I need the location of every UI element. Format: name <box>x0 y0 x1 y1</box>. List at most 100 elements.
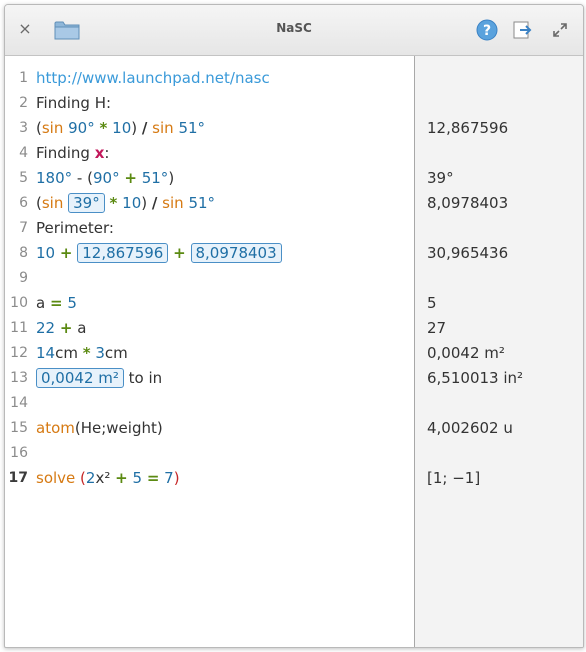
result-value[interactable]: 8,0978403 <box>427 191 508 216</box>
unit-token: cm <box>55 344 78 362</box>
number-token: 51° <box>188 194 216 212</box>
number-token: 90° <box>68 119 95 137</box>
line-number: 15 <box>10 420 28 436</box>
line-number: 8 <box>19 245 28 261</box>
line-number: 6 <box>19 195 28 211</box>
line-number: 3 <box>19 120 28 136</box>
export-icon[interactable] <box>512 19 534 41</box>
line-code: (sin 39° * 10) / sin 51° <box>36 191 215 216</box>
help-icon[interactable]: ? <box>476 19 498 41</box>
line-code: atom(He;weight) <box>36 416 163 441</box>
operator-token: + <box>124 169 137 187</box>
function-token: sin <box>162 194 184 212</box>
line-number: 2 <box>19 95 28 111</box>
text-token: (He;weight) <box>74 419 163 437</box>
line-number: 13 <box>10 370 28 386</box>
line-number: 12 <box>10 345 28 361</box>
operator-token: = <box>49 294 63 312</box>
result-reference-box[interactable]: 0,0042 m² <box>36 368 124 388</box>
result-value[interactable]: 0,0042 m² <box>427 341 505 366</box>
number-token: 51° <box>141 169 169 187</box>
paren: ) <box>131 119 138 137</box>
number-token: 90° <box>92 169 120 187</box>
line-code: 10 + 12,867596 + 8,0978403 <box>36 241 282 266</box>
result-value[interactable]: [1; −1] <box>427 466 480 491</box>
number-token: 180° <box>36 169 73 187</box>
result-value[interactable]: 5 <box>427 291 437 316</box>
line-code: (sin 90° * 10) / sin 51° <box>36 116 205 141</box>
variable-token: x² <box>95 469 111 487</box>
operator-token: / <box>151 194 158 212</box>
main-content: 1 http://www.launchpad.net/nasc 2 Findin… <box>5 56 583 647</box>
function-token: atom <box>36 419 75 437</box>
line-number: 10 <box>10 295 28 311</box>
operator-token: + <box>115 469 128 487</box>
operator-token: + <box>59 244 73 262</box>
line-number: 5 <box>19 170 28 186</box>
result-reference-box[interactable]: 39° <box>68 193 105 213</box>
text-token: : <box>104 144 110 162</box>
function-token: sin <box>41 119 64 137</box>
link[interactable]: http://www.launchpad.net/nasc <box>36 69 270 87</box>
number-token: 10 <box>122 194 142 212</box>
paren: ) <box>141 194 148 212</box>
line-code: Perimeter: <box>36 219 114 237</box>
line-number: 9 <box>19 270 28 286</box>
pane-divider[interactable] <box>414 56 415 647</box>
number-token: 3 <box>95 344 105 362</box>
number-token: 5 <box>67 294 77 312</box>
line-code: 0,0042 m² to in <box>36 366 162 391</box>
line-number: 16 <box>10 445 28 461</box>
line-number: 4 <box>19 145 28 161</box>
number-token: 7 <box>164 469 174 487</box>
result-value[interactable]: 27 <box>427 316 446 341</box>
operator-token: = <box>146 469 160 487</box>
paren: ) <box>168 169 175 187</box>
variable-token: x <box>94 144 105 162</box>
number-token: 5 <box>132 469 143 487</box>
line-code: 22 + a <box>36 316 86 341</box>
result-value[interactable]: 6,510013 in² <box>427 366 523 391</box>
result-reference-box[interactable]: 12,867596 <box>77 243 169 263</box>
line-number: 17 <box>8 470 28 486</box>
result-reference-box[interactable]: 8,0978403 <box>190 243 282 263</box>
line-number: 7 <box>19 220 28 236</box>
line-code: solve (2x² + 5 = 7) <box>36 466 180 491</box>
result-value[interactable]: 12,867596 <box>427 116 508 141</box>
number-token: 51° <box>178 119 206 137</box>
number-token: 10 <box>36 244 56 262</box>
result-value[interactable]: 4,002602 u <box>427 416 513 441</box>
function-token: sin <box>41 194 64 212</box>
variable-token: a <box>36 294 46 312</box>
number-token: 22 <box>36 319 56 337</box>
text-token: to in <box>128 369 163 387</box>
help-glyph: ? <box>483 23 491 39</box>
variable-token: a <box>77 319 87 337</box>
app-window: × NaSC ? 1 http://www.launchpad.net/nasc <box>4 4 584 648</box>
operator-token: + <box>173 244 186 262</box>
result-value[interactable]: 30,965436 <box>427 241 508 266</box>
line-number: 14 <box>10 395 28 411</box>
unit-token: cm <box>104 344 128 362</box>
result-value[interactable]: 39° <box>427 166 454 191</box>
line-code: Finding H: <box>36 94 112 112</box>
operator-token: + <box>59 319 73 337</box>
operator-token: - <box>76 169 83 187</box>
operator-token: * <box>109 194 118 212</box>
maximize-icon[interactable] <box>552 22 568 38</box>
line-number: 11 <box>10 320 28 336</box>
function-token: sin <box>152 119 174 137</box>
operator-token: / <box>141 119 148 137</box>
line-code: Finding x: <box>36 141 109 166</box>
line-code: a = 5 <box>36 291 77 316</box>
number-token: 10 <box>112 119 132 137</box>
paren: ) <box>173 469 180 487</box>
operator-token: * <box>82 344 91 362</box>
line-number: 1 <box>19 70 28 86</box>
number-token: 14 <box>36 344 56 362</box>
line-code: 14cm * 3cm <box>36 341 128 366</box>
text-token: Finding <box>36 144 90 162</box>
title-bar: × NaSC ? <box>5 5 583 56</box>
function-token: solve <box>36 469 76 487</box>
line-code: 180° - (90° + 51°) <box>36 166 174 191</box>
